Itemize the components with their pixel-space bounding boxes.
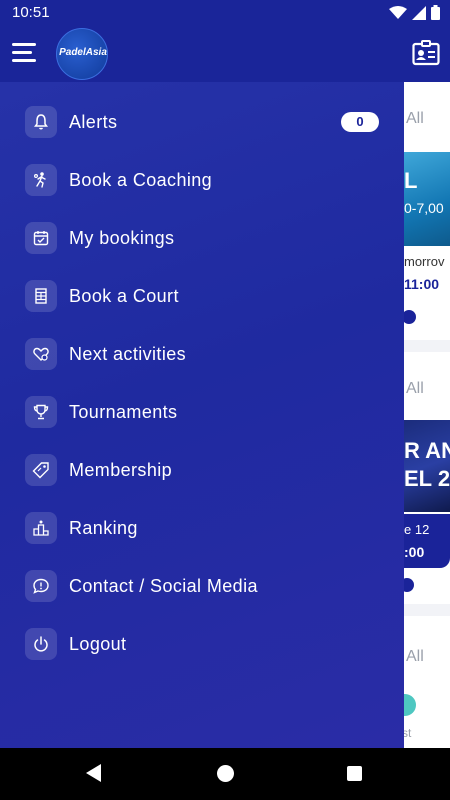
card2-title-line1: R AN [404, 438, 450, 463]
card2-title-line2: EL 2. [404, 466, 450, 491]
background-feed: All L 0-7,00 morrov 11:00 All R AN EL 2.… [404, 82, 450, 748]
navigation-drawer: Alerts 0 Book a Coaching My bookings Boo… [0, 82, 404, 748]
drawer-item-logout[interactable]: Logout [0, 622, 404, 674]
logo-text: PadelAsia [59, 47, 107, 58]
card3-label: st [404, 726, 412, 740]
status-icons [389, 5, 440, 20]
card1-status-dot [404, 310, 416, 324]
status-time: 10:51 [12, 4, 50, 21]
drawer-item-book-a-court[interactable]: Book a Court [0, 274, 404, 326]
drawer-item-book-a-coaching[interactable]: Book a Coaching [0, 158, 404, 210]
power-icon [25, 628, 57, 660]
home-icon[interactable] [217, 765, 234, 782]
drawer-item-next-activities[interactable]: Next activities [0, 332, 404, 384]
app-bar: PadelAsia [0, 26, 450, 82]
card1-image [404, 152, 450, 246]
drawer-item-label: Logout [69, 634, 127, 654]
drawer-item-alerts[interactable]: Alerts 0 [0, 100, 404, 152]
feed-card-3[interactable]: All st [404, 616, 450, 748]
padelasia-logo[interactable]: PadelAsia [56, 28, 108, 80]
system-nav-bar [0, 748, 450, 800]
drawer-item-membership[interactable]: Membership [0, 448, 404, 500]
drawer-item-label: Book a Coaching [69, 170, 213, 190]
card1-price: 0-7,00 [404, 200, 444, 216]
alerts-count-badge: 0 [341, 112, 379, 132]
card1-time: 11:00 [404, 276, 440, 292]
card1-title: L [404, 168, 418, 193]
status-bar: 10:51 [0, 0, 450, 26]
drawer-item-contact-social-media[interactable]: Contact / Social Media [0, 564, 404, 616]
calendar-check-icon [25, 222, 57, 254]
filter-all-1[interactable]: All [406, 110, 424, 128]
card2-date: e 12 [404, 522, 430, 537]
filter-all-3[interactable]: All [406, 648, 424, 666]
id-card-icon [412, 40, 440, 66]
drawer-item-label: Next activities [69, 344, 187, 364]
card2-time: :00 [404, 544, 425, 560]
court-icon [25, 280, 57, 312]
drawer-item-label: My bookings [69, 228, 175, 248]
drawer-item-label: Book a Court [69, 286, 179, 306]
podium-icon [25, 512, 57, 544]
drawer-item-label: Contact / Social Media [69, 576, 258, 596]
trophy-icon [25, 396, 57, 428]
drawer-item-tournaments[interactable]: Tournaments [0, 390, 404, 442]
heart-icon [25, 338, 57, 370]
coaching-player-icon [25, 164, 57, 196]
drawer-item-label: Alerts [69, 112, 118, 132]
recents-icon[interactable] [347, 766, 362, 781]
chat-icon [25, 570, 57, 602]
drawer-item-label: Tournaments [69, 402, 178, 422]
bell-icon [25, 106, 57, 138]
drawer-item-label: Membership [69, 460, 173, 480]
tag-icon [25, 454, 57, 486]
drawer-item-my-bookings[interactable]: My bookings [0, 216, 404, 268]
wifi-icon [389, 5, 407, 19]
signal-icon [412, 5, 426, 20]
member-card-button[interactable] [412, 40, 440, 66]
filter-all-2[interactable]: All [406, 380, 424, 398]
drawer-item-label: Ranking [69, 518, 138, 538]
feed-card-1[interactable]: All L 0-7,00 morrov 11:00 [404, 82, 450, 340]
card1-date: morrov [404, 254, 445, 269]
back-icon[interactable] [86, 764, 101, 782]
battery-icon [431, 5, 440, 20]
drawer-item-ranking[interactable]: Ranking [0, 506, 404, 558]
menu-button[interactable] [12, 43, 36, 63]
